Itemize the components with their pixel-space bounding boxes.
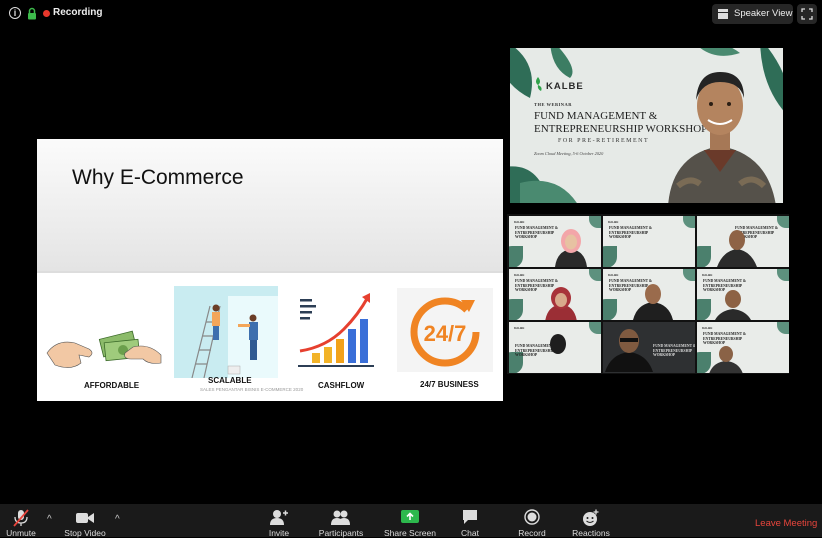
recording-dot-icon	[43, 10, 50, 17]
participant-tile[interactable]: KALBE FUND MANAGEMENT & ENTREPRENEURSHIP…	[509, 322, 601, 373]
participant-avatar	[555, 229, 587, 267]
participant-tile[interactable]: KALBE FUND MANAGEMENT & ENTREPRENEURSHIP…	[509, 269, 601, 320]
add-person-icon	[270, 510, 288, 525]
shared-screen-slide: Why E-Commerce AFFORDABLE SCALABLE CASHF…	[37, 139, 503, 401]
lock-icon[interactable]	[27, 7, 37, 20]
participant-tile[interactable]: KALBE FUND MANAGEMENT & ENTREPRENEURSHIP…	[697, 322, 789, 373]
slide-header: Why E-Commerce	[37, 139, 503, 273]
fullscreen-icon	[801, 8, 813, 20]
participant-avatar	[709, 346, 743, 373]
video-options-caret-icon[interactable]: ^	[115, 514, 120, 525]
slide-title: Why E-Commerce	[72, 166, 244, 189]
active-speaker-video[interactable]: KALBE THE WEBINAR FUND MANAGEMENT & ENTR…	[510, 48, 783, 203]
audio-options-caret-icon[interactable]: ^	[47, 514, 52, 525]
participants-icon	[331, 510, 350, 525]
painters-ladder-icon	[174, 286, 278, 379]
video-camera-icon	[76, 513, 94, 523]
cashflow-tile: CASHFLOW	[296, 289, 378, 390]
grid-icon	[718, 9, 728, 19]
muted-microphone-icon	[13, 509, 29, 527]
fullscreen-button[interactable]	[797, 4, 817, 24]
record-icon	[524, 509, 540, 525]
leave-meeting-button[interactable]: Leave Meeting	[755, 518, 817, 529]
slide-footer: SALES PENGANTAR BISNIS E-COMMERCE 2020	[200, 387, 304, 392]
participant-tile[interactable]: KALBE FUND MANAGEMENT & ENTREPRENEURSHIP…	[603, 216, 695, 267]
affordable-tile: AFFORDABLE	[45, 325, 163, 390]
webinar-kicker: THE WEBINAR	[534, 102, 573, 107]
participant-avatar	[605, 329, 653, 372]
participant-avatar	[550, 334, 566, 354]
clock-text: 24/7	[424, 321, 467, 346]
business-24-7-tile: 24/7 24/7 BUSINESS	[397, 288, 493, 389]
growth-chart-icon	[298, 293, 374, 367]
participant-avatar	[545, 287, 577, 320]
participant-avatar	[633, 284, 673, 320]
invite-button[interactable]: Invite	[263, 504, 295, 538]
participants-button[interactable]: Participants	[316, 504, 366, 538]
emoji-reaction-icon	[583, 509, 599, 526]
speaker-view-button[interactable]: Speaker View	[712, 4, 793, 24]
recording-label: Recording	[53, 7, 103, 18]
webinar-date: Zoom Cloud Meeting, 5-6 October 2020	[534, 151, 604, 156]
chat-bubble-icon	[463, 510, 477, 524]
kalbe-logo-icon	[536, 77, 542, 91]
participant-tile[interactable]: FUND MANAGEMENT & ENTREPRENEURSHIP WORKS…	[603, 322, 695, 373]
speaker-person	[668, 72, 776, 203]
speaker-view-label: Speaker View	[734, 8, 793, 19]
affordable-label: AFFORDABLE	[84, 381, 140, 390]
cashflow-label: CASHFLOW	[318, 381, 365, 390]
webinar-subtitle: FOR PRE-RETIREMENT	[558, 138, 650, 144]
participant-tile[interactable]: KALBE FUND MANAGEMENT & ENTREPRENEURSHIP…	[697, 269, 789, 320]
participant-avatar	[715, 290, 751, 320]
record-button[interactable]: Record	[513, 504, 551, 538]
money-exchange-icon	[46, 330, 162, 368]
unmute-button[interactable]: Unmute	[2, 504, 40, 538]
meeting-toolbar: Unmute ^ Stop Video ^ Invite Participant…	[0, 504, 822, 538]
webinar-title-line1: FUND MANAGEMENT &	[534, 110, 658, 122]
chat-button[interactable]: Chat	[455, 504, 485, 538]
reactions-button[interactable]: Reactions	[569, 504, 613, 538]
kalbe-logo-text: KALBE	[546, 81, 584, 92]
stop-video-button[interactable]: Stop Video	[60, 504, 110, 538]
scalable-tile: SCALABLE	[174, 286, 278, 385]
participant-avatar	[717, 230, 757, 267]
top-bar: i Recording Speaker View	[0, 0, 822, 28]
scalable-label: SCALABLE	[208, 376, 252, 385]
participant-tile[interactable]: KALBE FUND MANAGEMENT & ENTREPRENEURSHIP…	[509, 216, 601, 267]
participant-tile[interactable]: KALBE FUND MANAGEMENT & ENTREPRENEURSHIP…	[603, 269, 695, 320]
info-icon[interactable]: i	[9, 7, 21, 19]
participant-tile[interactable]: FUND MANAGEMENT & ENTREPRENEURSHIP WORKS…	[697, 216, 789, 267]
share-screen-icon	[401, 510, 419, 523]
business-24-7-label: 24/7 BUSINESS	[420, 380, 479, 389]
clock-24-7-icon: 24/7	[397, 288, 493, 372]
share-screen-button[interactable]: Share Screen	[381, 504, 439, 538]
participant-gallery: KALBE FUND MANAGEMENT & ENTREPRENEURSHIP…	[507, 214, 789, 374]
